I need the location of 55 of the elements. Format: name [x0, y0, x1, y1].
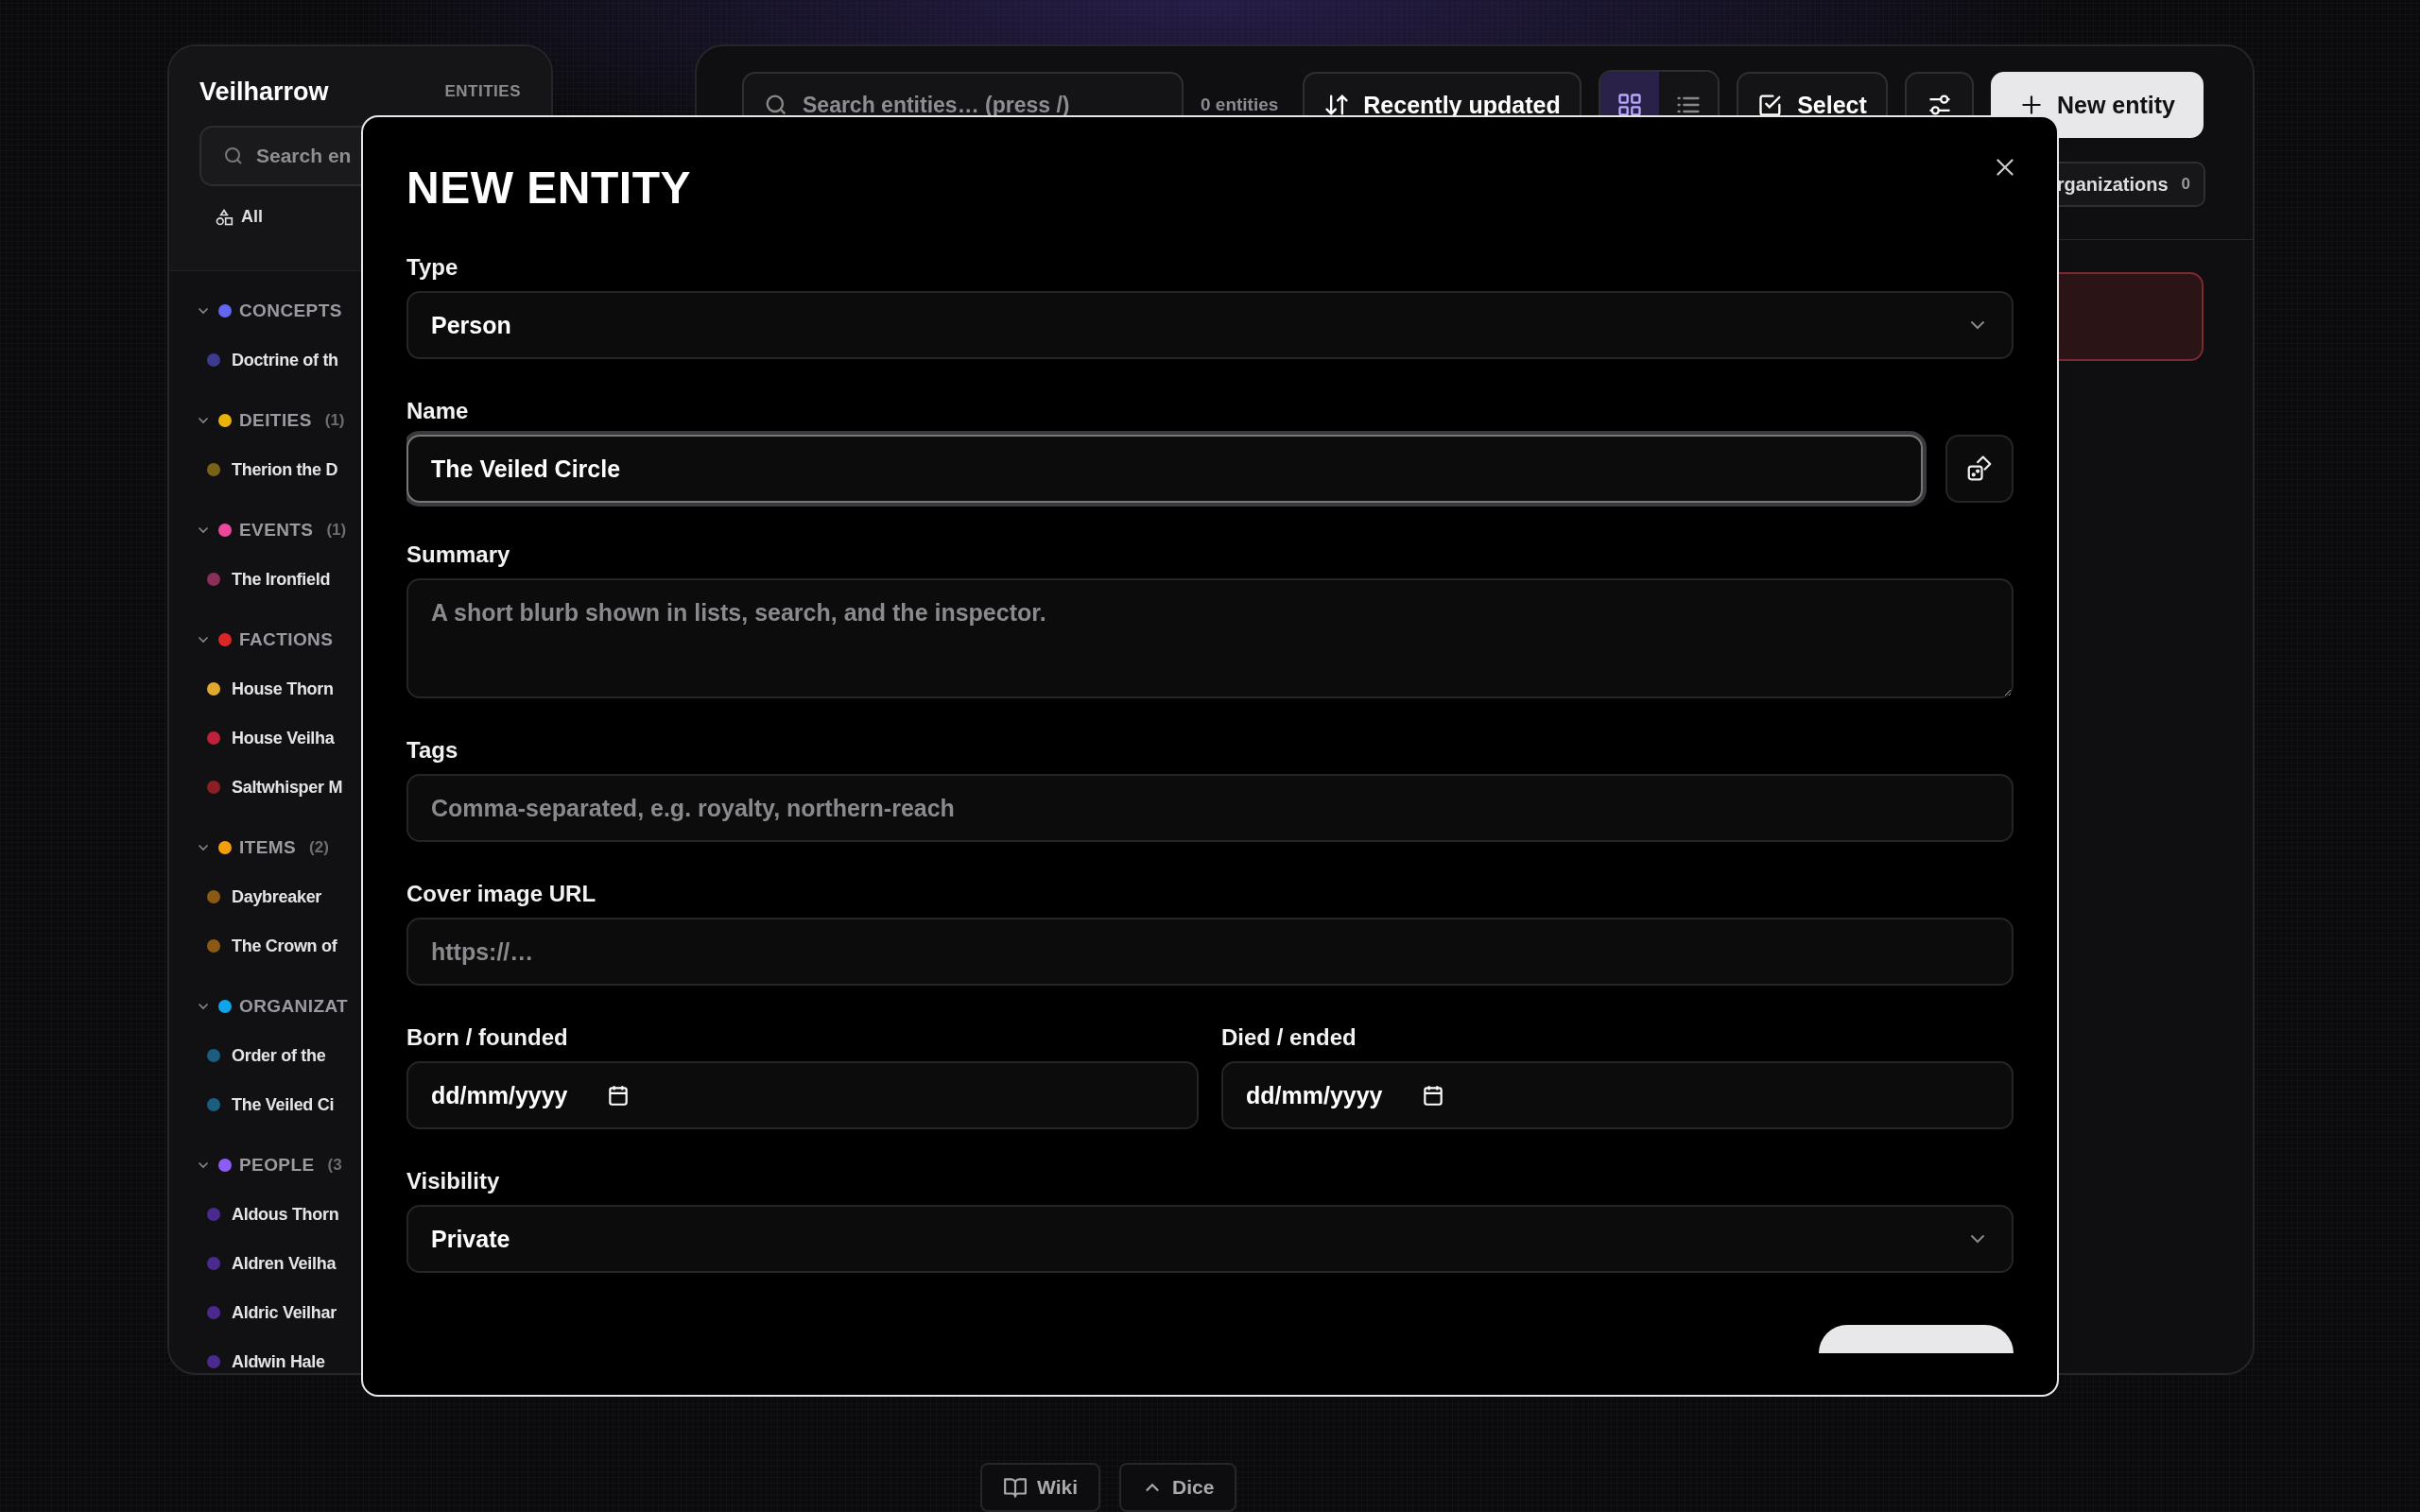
entity-item[interactable]: House Veilha [232, 728, 335, 748]
shapes-icon [215, 207, 233, 227]
group-heading[interactable]: ITEMS [239, 837, 297, 858]
entity-item[interactable]: Order of the [232, 1045, 326, 1066]
entity-item[interactable]: The Veiled Ci [232, 1094, 335, 1115]
section-label: ENTITIES [444, 82, 521, 101]
entity-item[interactable]: Therion the D [232, 459, 338, 480]
dock-button[interactable]: Wiki [980, 1463, 1100, 1512]
new-entity-button[interactable]: New entity [1991, 72, 2204, 138]
entity-item[interactable]: Aldwin Hale [232, 1351, 325, 1372]
group-count: (3 [327, 1156, 342, 1175]
entity-item[interactable]: Saltwhisper M [232, 777, 343, 798]
entity-item[interactable]: Aldous Thorn [232, 1204, 339, 1225]
filter-all-button[interactable]: All [211, 203, 267, 231]
field-label: Died / ended [1221, 1023, 1357, 1052]
field-label: Summary [406, 541, 511, 569]
summary-field[interactable]: A short blurb shown in lists, search, and the inspector. [406, 578, 2014, 698]
text-field[interactable]: https://… [406, 918, 2014, 986]
entity-count: 0 entities [1201, 94, 1280, 115]
entity-item[interactable]: Daybreaker [232, 886, 322, 907]
group-heading[interactable]: ORGANIZAT [239, 996, 349, 1017]
sort-icon [1323, 92, 1351, 118]
group-heading[interactable]: CONCEPTS [239, 301, 342, 321]
book-icon [1003, 1475, 1028, 1500]
field-label: Visibility [406, 1167, 501, 1195]
date-field[interactable]: dd/mm/yyyy [1221, 1061, 2014, 1129]
dice-button[interactable] [1945, 435, 2014, 503]
date-field[interactable]: dd/mm/yyyy [406, 1061, 1199, 1129]
field-label: Tags [406, 736, 459, 765]
group-count: (2) [309, 838, 329, 857]
select-field[interactable]: Private [406, 1205, 2014, 1273]
plus-icon [2019, 93, 2044, 117]
text-field[interactable]: The Veiled Circle [406, 435, 1923, 503]
field-label: Born / founded [406, 1023, 569, 1052]
text-field[interactable]: Comma-separated, e.g. royalty, northern-reach [406, 774, 2014, 842]
group-heading[interactable]: DEITIES [239, 410, 312, 431]
field-label: Cover image URL [406, 880, 597, 908]
grid-icon [1616, 92, 1643, 118]
app-title: Veilharrow [199, 77, 329, 107]
group-count: (1) [324, 411, 345, 430]
field-label: Name [406, 397, 470, 425]
group-heading[interactable]: EVENTS [239, 520, 314, 541]
group-heading[interactable]: PEOPLE [239, 1155, 315, 1176]
dock-button[interactable]: Dice [1119, 1463, 1237, 1512]
field-label: Type [406, 253, 459, 282]
entity-item[interactable]: Aldren Veilha [232, 1253, 337, 1274]
dice-icon [1965, 455, 1994, 483]
group-count: (1) [326, 521, 347, 540]
entity-item[interactable]: Aldric Veilhar [232, 1302, 337, 1323]
entity-item[interactable]: The Crown of [232, 936, 337, 956]
entity-item[interactable]: The Ironfield [232, 569, 331, 590]
entity-item[interactable]: Doctrine of th [232, 350, 338, 370]
select-field[interactable]: Person [406, 291, 2014, 359]
entity-item[interactable]: House Thorn [232, 679, 334, 699]
group-heading[interactable]: FACTIONS [239, 629, 334, 650]
